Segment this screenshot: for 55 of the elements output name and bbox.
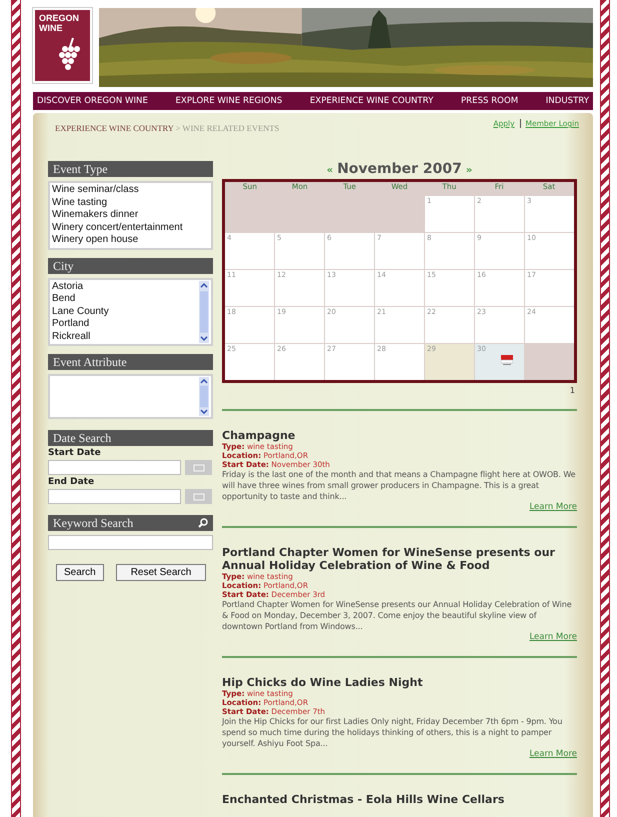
section-header: City [48,258,213,274]
list-option[interactable]: Portland [52,318,199,330]
event-title[interactable]: Champagne [222,429,577,442]
start-date-field[interactable] [48,460,181,475]
grapes-icon [57,37,83,71]
section-header: Date Search [48,430,213,446]
section-header: Event Type [48,161,213,177]
nav-link[interactable]: INDUSTRY [546,96,589,106]
list-option[interactable]: Bend [52,293,199,306]
event-description: Friday is the last one of the month and that means a Champagne flight here at OWOB. We will have three wines from small grower producers in Champagne. This is a great opportunity to taste and think... [222,469,576,502]
event-icon[interactable] [501,354,513,365]
list-option[interactable]: Winery open house [52,234,209,246]
form-button[interactable]: Search [56,564,104,581]
calendar-icon [192,464,204,472]
event-title[interactable]: Portland Chapter Women for WineSense presents our Annual Holiday Celebration of Wine & Food [222,546,577,572]
city-list[interactable]: Astoria Bend Lane County Portland Rickreall [48,278,213,346]
end-date-field[interactable] [48,489,181,504]
calendar-button[interactable] [185,460,212,475]
event-type-list[interactable]: Wine seminar/class Wine tasting Winemakers dinner Winery concert/entertainment Winery open house [48,181,213,250]
breadcrumb: EXPERIENCE WINE COUNTRY > WINE RELATED EVENTS [55,123,280,135]
calendar-icon [192,492,204,500]
list-option[interactable]: Wine seminar/class [52,184,209,196]
calendar-button[interactable] [185,489,212,504]
nav-link[interactable]: EXPERIENCE WINE COUNTRY [310,96,434,106]
event-description: Portland Chapter Women for WineSense presents our Annual Holiday Celebration of Wine & Food on Monday, December 3, 2007. Come enjoy the beautiful skyline view of downtown Portland from Windows... [222,599,573,632]
next-month-link[interactable]: » [466,165,472,176]
logo-text: OREGON WINE [39,13,80,33]
nav-link[interactable]: PRESS ROOM [460,96,518,106]
event-title[interactable]: Enchanted Christmas - Eola Hills Wine Cellars [222,793,577,806]
list-option[interactable]: Winery concert/entertainment [52,222,209,234]
learn-more-link[interactable]: Learn More [529,632,577,642]
section-header: Keyword Search [53,516,134,530]
scrollbar[interactable] [199,280,209,342]
form-button[interactable]: Reset Search [116,564,206,581]
section-header: Event Attribute [48,354,213,370]
list-option[interactable]: Lane County [52,306,199,318]
learn-more-link[interactable]: Learn More [529,749,577,759]
scrollbar[interactable] [199,377,209,416]
keyword-field[interactable] [48,535,213,550]
list-option[interactable]: Winemakers dinner [52,209,209,222]
logo[interactable]: OREGON WINE [33,8,92,83]
event-title[interactable]: Hip Chicks do Wine Ladies Night [222,676,577,689]
list-option[interactable]: Astoria [52,280,199,293]
list-option[interactable]: Rickreall [52,330,199,343]
page-number[interactable]: 1 [570,386,575,395]
learn-more-link[interactable]: Learn More [529,502,577,512]
event-description: Join the Hip Chicks for our first Ladies Only night, Friday December 7th 6pm - 9pm. You spend so much time during the holidays thinking of others, this is a night to pamper yourself. Ashiyu Foot Spa... [222,716,564,749]
calendar-title: November 2007 [337,161,462,177]
nav-link[interactable]: DISCOVER OREGON WINE [37,96,148,106]
nav-link[interactable]: EXPLORE WINE REGIONS [176,96,282,106]
field-label: Start Date [48,448,102,458]
field-label: End Date [48,477,96,487]
list-option[interactable]: Wine tasting [52,196,209,209]
search-icon[interactable] [198,518,208,528]
previous-month-link[interactable]: « [326,165,334,176]
